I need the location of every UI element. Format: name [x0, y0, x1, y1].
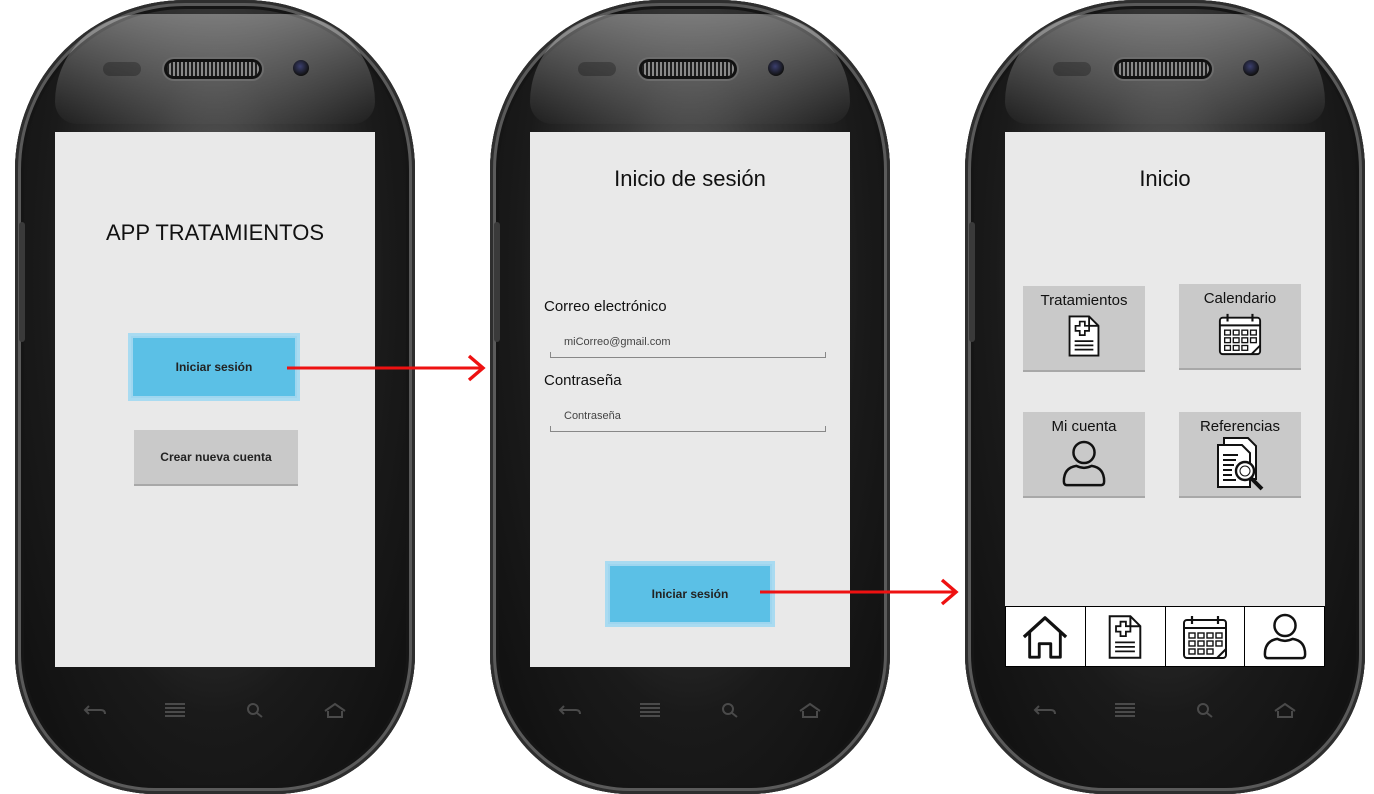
email-field[interactable]: miCorreo@gmail.com — [550, 332, 826, 358]
flow-arrow-1 — [287, 354, 486, 382]
home-icon — [1020, 614, 1070, 660]
back-icon[interactable] — [1025, 690, 1065, 730]
volume-button — [969, 222, 975, 342]
home-nav-icon[interactable] — [315, 690, 355, 730]
android-nav-bar — [1025, 690, 1305, 730]
front-camera — [1243, 60, 1259, 76]
welcome-screen: APP TRATAMIENTOS Iniciar sesión Crear nu… — [55, 132, 375, 667]
user-icon — [1061, 439, 1107, 489]
tab-mi-cuenta[interactable] — [1244, 606, 1325, 667]
bottom-tab-bar — [1005, 606, 1325, 667]
back-icon[interactable] — [550, 690, 590, 730]
tile-label: Mi cuenta — [1051, 418, 1117, 435]
password-label: Contraseña — [544, 372, 622, 389]
volume-button — [494, 222, 500, 342]
search-icon[interactable] — [710, 690, 750, 730]
login-button[interactable]: Iniciar sesión — [131, 336, 297, 398]
tab-calendario[interactable] — [1164, 606, 1246, 667]
password-field[interactable]: Contraseña — [550, 406, 826, 432]
tile-calendario[interactable]: Calendario — [1179, 284, 1301, 370]
proximity-sensor — [103, 62, 141, 76]
page-title: Inicio — [1139, 166, 1191, 191]
android-nav-bar — [75, 690, 355, 730]
back-icon[interactable] — [75, 690, 115, 730]
calendar-icon — [1217, 311, 1263, 357]
login-submit-button[interactable]: Iniciar sesión — [608, 564, 772, 624]
calendar-icon — [1181, 613, 1229, 661]
tile-label: Referencias — [1199, 418, 1281, 435]
front-camera — [768, 60, 784, 76]
password-placeholder: Contraseña — [564, 410, 621, 422]
create-account-button[interactable]: Crear nueva cuenta — [134, 430, 298, 486]
earpiece-speaker — [167, 62, 259, 76]
search-icon[interactable] — [1185, 690, 1225, 730]
medical-document-icon — [1067, 313, 1101, 359]
user-icon — [1262, 612, 1308, 662]
medical-document-icon — [1107, 613, 1143, 661]
tile-mi-cuenta[interactable]: Mi cuenta — [1023, 412, 1145, 498]
app-title: APP TRATAMIENTOS — [105, 220, 324, 245]
phone-home: Inicio Tratamientos Calendario Mi cuenta… — [965, 0, 1365, 794]
menu-icon[interactable] — [155, 690, 195, 730]
volume-button — [19, 222, 25, 342]
menu-icon[interactable] — [630, 690, 670, 730]
tab-tratamientos[interactable] — [1084, 606, 1166, 667]
phone-welcome: APP TRATAMIENTOS Iniciar sesión Crear nu… — [15, 0, 415, 794]
earpiece-speaker — [642, 62, 734, 76]
earpiece-speaker — [1117, 62, 1209, 76]
flow-arrow-2 — [760, 578, 959, 606]
tile-label: Calendario — [1203, 290, 1277, 307]
tile-tratamientos[interactable]: Tratamientos — [1023, 286, 1145, 372]
home-screen: Inicio Tratamientos Calendario Mi cuenta… — [1005, 132, 1325, 667]
menu-icon[interactable] — [1105, 690, 1145, 730]
search-icon[interactable] — [235, 690, 275, 730]
tab-home[interactable] — [1005, 606, 1086, 667]
phone-login: Inicio de sesión Correo electrónico miCo… — [490, 0, 890, 794]
front-camera — [293, 60, 309, 76]
home-nav-icon[interactable] — [1265, 690, 1305, 730]
email-label: Correo electrónico — [544, 298, 667, 315]
home-nav-icon[interactable] — [790, 690, 830, 730]
document-search-icon — [1212, 435, 1268, 491]
page-title: Inicio de sesión — [614, 166, 766, 191]
android-nav-bar — [550, 690, 830, 730]
proximity-sensor — [578, 62, 616, 76]
proximity-sensor — [1053, 62, 1091, 76]
email-value: miCorreo@gmail.com — [564, 336, 671, 348]
tile-referencias[interactable]: Referencias — [1179, 412, 1301, 498]
tile-label: Tratamientos — [1040, 292, 1128, 309]
